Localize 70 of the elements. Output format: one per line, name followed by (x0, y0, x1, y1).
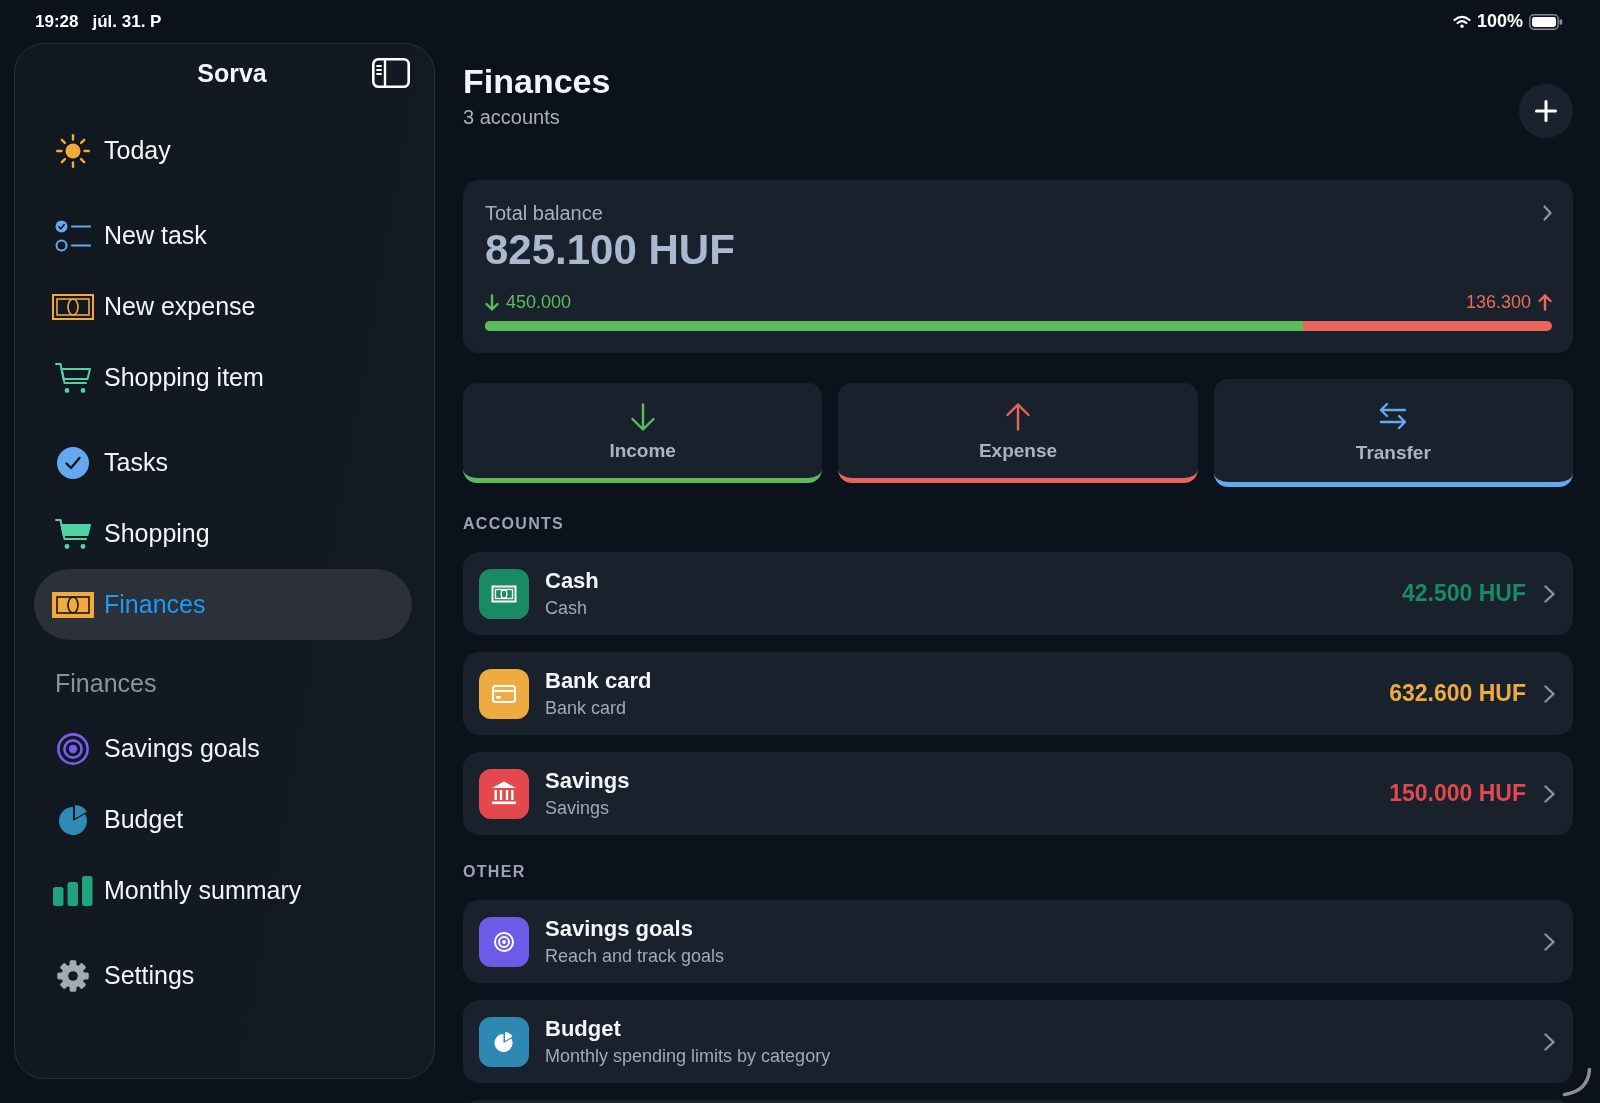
account-balance: 632.600 HUF (1389, 680, 1526, 707)
feature-description: Reach and track goals (545, 945, 726, 967)
account-name: Cash (545, 568, 600, 594)
checkmark-circle-icon (57, 446, 89, 479)
arrow-down-icon (485, 293, 499, 311)
chevron-right-icon (1544, 784, 1555, 803)
account-type: Bank card (545, 697, 628, 719)
nav-item[interactable]: Tasks (34, 427, 412, 498)
action-button[interactable]: Transfer (1213, 379, 1573, 487)
section-heading: OTHER (463, 862, 527, 882)
wifi-icon (1452, 15, 1471, 28)
account-row[interactable]: Savings Savings 150.000 HUF (463, 752, 1573, 835)
nav-item[interactable]: Today (34, 115, 412, 186)
nav-item[interactable]: Budget (34, 784, 412, 855)
account-row[interactable]: Bank card Bank card 632.600 HUF (463, 652, 1573, 735)
app-title: Sorva (197, 58, 267, 88)
feature-description: Monthly spending limits by category (545, 1045, 832, 1067)
account-name: Savings (545, 768, 631, 794)
status-time: 19:28 (35, 11, 79, 32)
nav-item[interactable]: Settings (34, 940, 412, 1011)
balance-label: Total balance (485, 201, 603, 225)
banknote-icon (52, 591, 94, 618)
cart-icon (55, 517, 91, 550)
bar-chart-icon (53, 875, 93, 906)
nav-item[interactable]: Monthly summary (34, 855, 412, 926)
status-date: júl. 31. P (92, 11, 162, 32)
pie-chart-icon (57, 803, 89, 836)
feature-row[interactable]: Budget Monthly spending limits by category (463, 1000, 1573, 1083)
sun-icon (55, 132, 91, 169)
balance-amount: 825.100 HUF (485, 228, 736, 272)
nav-item[interactable]: Finances (34, 569, 412, 640)
nav-item[interactable]: Shopping item (34, 342, 412, 413)
action-button[interactable]: Expense (838, 383, 1198, 483)
account-type: Savings (545, 797, 611, 819)
battery-icon (1529, 13, 1563, 30)
plus-icon (1535, 100, 1557, 122)
chevron-right-icon (1544, 584, 1555, 603)
chevron-right-icon (1544, 684, 1555, 703)
sidebar-toggle-icon[interactable] (372, 58, 410, 88)
settings-icon (57, 959, 89, 992)
balance-card[interactable]: Total balance 825.100 HUF 450.000 136.300 (463, 180, 1573, 353)
arrow-up-icon (1538, 293, 1552, 311)
nav-item[interactable]: New expense (34, 271, 412, 342)
page-subtitle: 3 accounts (463, 105, 561, 129)
cart-icon (55, 361, 91, 394)
nav-item[interactable]: New task (34, 200, 412, 271)
checklist-icon (55, 219, 91, 252)
chevron-right-icon (1543, 205, 1552, 221)
account-balance: 42.500 HUF (1402, 580, 1526, 607)
feature-title: Savings goals (545, 916, 694, 942)
account-row[interactable]: Cash Cash 42.500 HUF (463, 552, 1573, 635)
feature-title: Budget (545, 1016, 622, 1042)
income-total: 450.000 (506, 291, 572, 313)
feature-row[interactable]: Savings goals Reach and track goals (463, 900, 1573, 983)
account-type: Cash (545, 597, 589, 619)
chevron-right-icon (1544, 1032, 1555, 1051)
nav-item[interactable]: Savings goals (34, 713, 412, 784)
chevron-right-icon (1544, 932, 1555, 951)
corner-arc-icon (1562, 1067, 1592, 1097)
account-name: Bank card (545, 668, 653, 694)
banknote-icon (52, 293, 94, 320)
expense-total: 136.300 (1465, 291, 1531, 313)
section-heading: Finances (54, 668, 158, 699)
account-balance: 150.000 HUF (1389, 780, 1526, 807)
page-title: Finances (463, 61, 611, 101)
section-heading: ACCOUNTS (463, 514, 566, 534)
nav-item[interactable]: Shopping (34, 498, 412, 569)
target-icon (57, 732, 89, 765)
battery-percent: 100% (1476, 11, 1523, 32)
action-button[interactable]: Income (463, 383, 823, 483)
